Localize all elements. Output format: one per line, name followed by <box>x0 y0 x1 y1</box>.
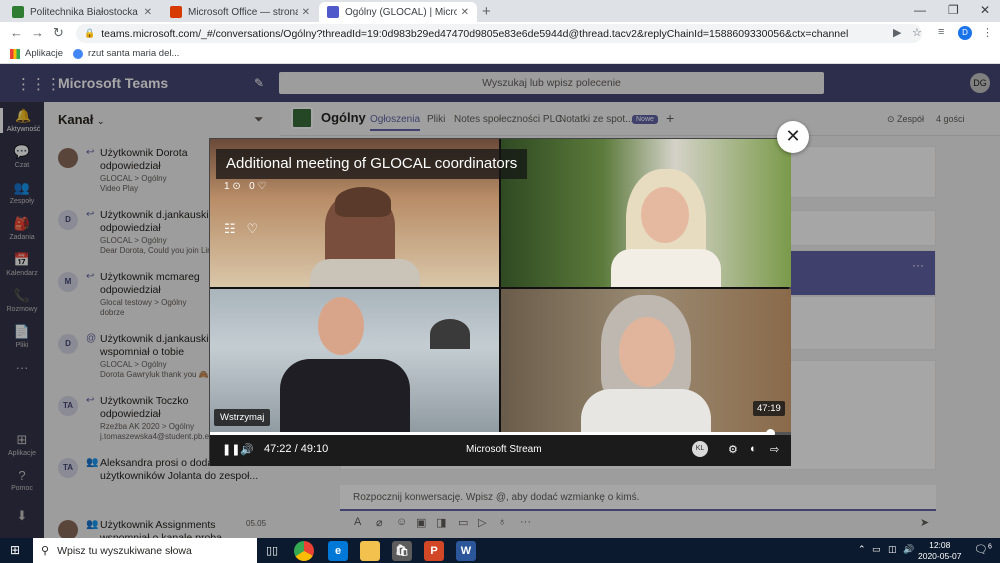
time-separator: / <box>294 443 298 455</box>
lamp-shape <box>430 319 470 349</box>
windows-start-icon[interactable]: ⊞ <box>10 543 20 557</box>
minimize-icon[interactable]: — <box>914 3 926 17</box>
url-text: teams.microsoft.com/_#/conversations/Ogó… <box>101 27 849 40</box>
search-icon: ⚲ <box>41 545 50 557</box>
task-view-icon[interactable]: ▯▯ <box>262 541 282 561</box>
player-controls: ❚❚ 🔊 47:22 / 49:10 Microsoft Stream KL ⚙… <box>210 435 791 466</box>
participant-face <box>619 317 675 387</box>
bookmark-label: Aplikacje <box>25 48 64 59</box>
heart-icon: ♡ <box>257 181 267 192</box>
apps-grid-icon <box>10 48 20 59</box>
powerpoint-icon[interactable]: P <box>424 541 444 561</box>
microsoft-stream-label: Microsoft Stream <box>466 444 542 455</box>
close-window-icon[interactable]: ✕ <box>980 3 990 17</box>
restore-icon[interactable]: ❐ <box>948 3 959 17</box>
clock-time: 12:08 <box>929 540 951 550</box>
new-tab-plus-icon[interactable]: + <box>482 3 491 20</box>
chrome-menu-icon[interactable]: ⋮ <box>982 26 993 39</box>
current-time: 47:22 <box>264 443 292 455</box>
settings-gear-icon[interactable]: ⚙ <box>728 443 738 456</box>
tab-title: Microsoft Office — strona główn <box>188 6 298 18</box>
camera-blocked-icon[interactable]: ▶ <box>893 26 901 39</box>
store-icon[interactable]: 🛍 <box>392 541 412 561</box>
notification-center-icon[interactable]: 🗨6 <box>974 543 992 556</box>
forward-arrow-icon[interactable]: → <box>31 25 44 40</box>
volume-icon[interactable]: 🔊 <box>240 443 254 456</box>
bookmark-santa-maria[interactable]: rzut santa maria del... <box>73 48 179 59</box>
bookmarks-bar: Aplikacje rzut santa maria del... <box>0 44 1000 64</box>
duration-badge: 47:19 <box>753 401 785 416</box>
presenter-thumbnail-icon: ◐ <box>750 443 757 455</box>
browser-tab-office[interactable]: Microsoft Office — strona główn ✕ <box>162 2 318 22</box>
politechnika-favicon-icon <box>12 6 24 18</box>
office-favicon-icon <box>170 6 182 18</box>
time-display: 47:22 / 49:10 <box>264 443 328 455</box>
clock-date: 2020-05-07 <box>918 551 962 561</box>
tab-close-icon[interactable]: ✕ <box>302 7 310 18</box>
lock-icon: 🔒 <box>84 28 96 38</box>
bookmark-apps[interactable]: Aplikacje <box>10 48 63 59</box>
participant-body <box>581 389 711 434</box>
views-count: 1 <box>224 181 230 192</box>
address-row: ← → ↻ 🔒 teams.microsoft.com/_#/conversat… <box>0 22 1000 44</box>
edge-icon[interactable]: e <box>328 541 348 561</box>
participant-hair <box>335 187 391 217</box>
video-stats: 1 ⊙ 0 ♡ <box>224 181 266 192</box>
reload-icon[interactable]: ↻ <box>53 25 64 41</box>
participant-face <box>641 187 689 243</box>
taskbar-search-placeholder: Wpisz tu wyszukiwane słowa <box>57 544 192 557</box>
back-arrow-icon[interactable]: ← <box>10 25 23 40</box>
chrome-icon[interactable] <box>294 541 314 561</box>
network-icon[interactable]: ▭ <box>872 544 881 555</box>
close-video-icon[interactable]: ✕ <box>777 121 809 153</box>
video-tile-participant-4 <box>501 289 791 434</box>
participant-body <box>611 249 721 287</box>
video-title: Additional meeting of GLOCAL coordinator… <box>216 149 528 179</box>
media-queue-icon[interactable]: ≡ <box>938 26 944 38</box>
browser-tab-teams[interactable]: Ogólny (GLOCAL) | Microsoft Tea ✕ <box>319 2 477 22</box>
tab-title: Ogólny (GLOCAL) | Microsoft Tea <box>345 6 457 18</box>
word-icon[interactable]: W <box>456 541 476 561</box>
profile-avatar[interactable]: D <box>958 26 972 40</box>
share-icon[interactable]: ⇨ <box>770 443 779 456</box>
stream-video-player[interactable]: Additional meeting of GLOCAL coordinator… <box>209 138 791 466</box>
tray-chevron-icon[interactable]: ⌃ <box>858 544 866 555</box>
participant-body <box>280 359 410 434</box>
system-clock[interactable]: 12:08 2020-05-07 <box>918 540 961 562</box>
browser-tab-bar: Politechnika Białostocka - Pozost ✕ Micr… <box>0 0 1000 22</box>
bookmark-label: rzut santa maria del... <box>88 48 180 59</box>
browser-tab-politechnika[interactable]: Politechnika Białostocka - Pozost ✕ <box>4 2 160 22</box>
add-to-playlist-icon[interactable]: ☷ <box>224 221 236 236</box>
like-heart-icon[interactable]: ♡ <box>247 221 259 236</box>
pause-tooltip: Wstrzymaj <box>214 409 271 426</box>
notification-count: 6 <box>987 543 992 551</box>
tab-title: Politechnika Białostocka - Pozost <box>30 6 140 18</box>
file-explorer-icon[interactable] <box>360 541 380 561</box>
participant-body <box>310 259 420 287</box>
volume-tray-icon[interactable]: 🔊 <box>903 544 914 555</box>
bookmark-star-icon[interactable]: ☆ <box>912 26 922 39</box>
tab-close-icon[interactable]: ✕ <box>461 7 469 18</box>
battery-icon[interactable]: ◫ <box>888 544 897 555</box>
omnibox[interactable]: 🔒 teams.microsoft.com/_#/conversations/O… <box>76 24 922 43</box>
play-circle-icon: ⊙ <box>232 181 241 192</box>
taskbar-search[interactable]: ⚲ Wpisz tu wyszukiwane słowa <box>33 538 257 563</box>
google-g-icon <box>73 48 84 59</box>
total-time: 49:10 <box>300 443 329 455</box>
video-tile-participant-2 <box>501 139 791 287</box>
presenter-avatar: KL <box>692 441 708 457</box>
teams-favicon-icon <box>327 6 339 18</box>
video-action-icons: ☷ ♡ <box>224 221 258 237</box>
participant-face <box>318 297 364 355</box>
windows-taskbar: ⊞ ⚲ Wpisz tu wyszukiwane słowa ▯▯ e 🛍 P … <box>0 538 1000 563</box>
likes-count: 0 <box>249 181 255 192</box>
pause-icon[interactable]: ❚❚ <box>222 443 240 456</box>
tab-close-icon[interactable]: ✕ <box>144 7 152 18</box>
